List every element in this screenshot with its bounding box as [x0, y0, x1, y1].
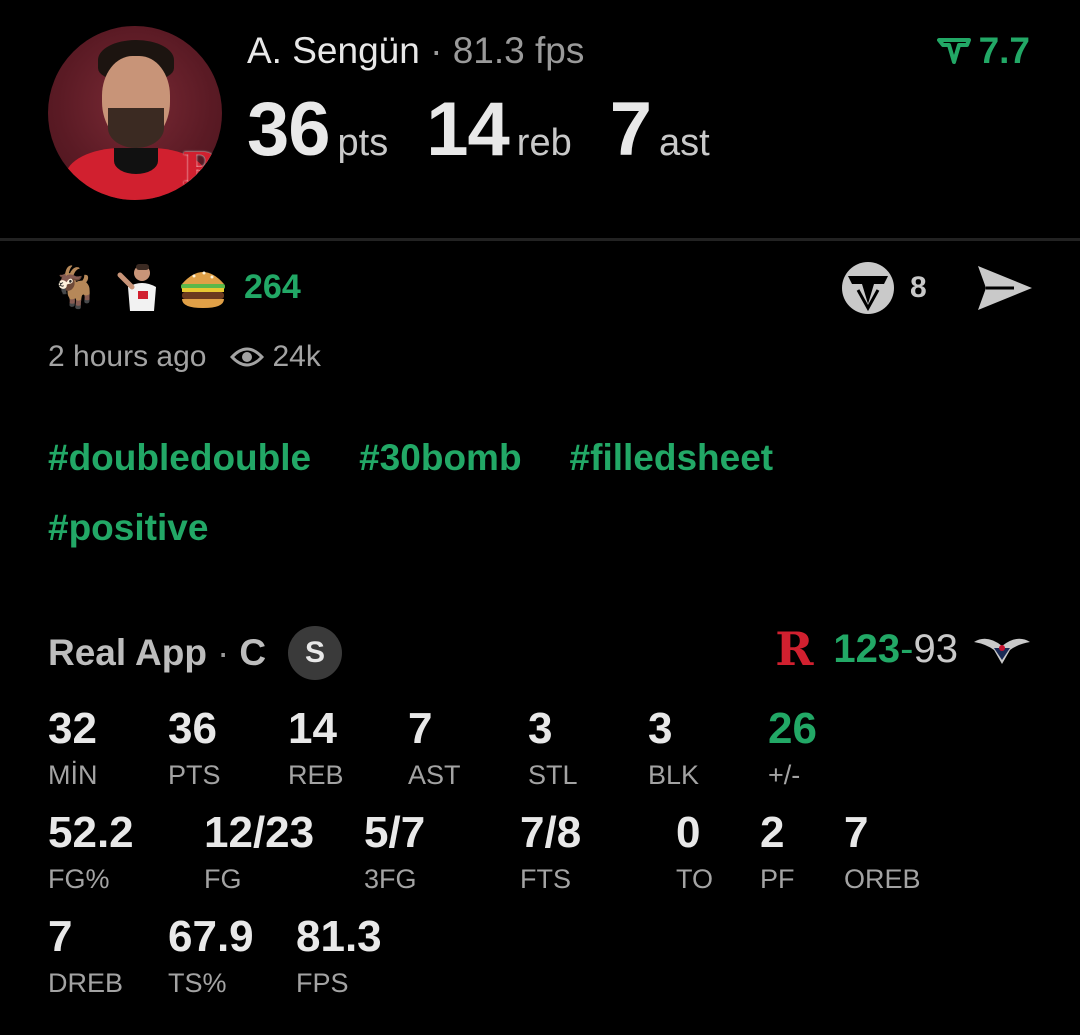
game-score[interactable]: R 123 - 93 [775, 622, 1032, 676]
comment-count: 8 [910, 271, 927, 304]
stat-label: TS% [168, 968, 227, 998]
stat-3fg: 5/7 3FG [364, 810, 425, 895]
stat-value: 52.2 [48, 808, 134, 857]
stat-value: 12/23 [204, 808, 315, 857]
comment-logo-icon [842, 262, 894, 314]
view-count: 24k [272, 340, 321, 373]
hashtag[interactable]: #doubledouble [48, 438, 311, 478]
stat-oreb: 7 OREB [844, 810, 921, 895]
stat-plus-minus: 26 +/- [768, 706, 817, 791]
stat-dreb: 7 DREB [48, 914, 123, 999]
stat-label: OREB [844, 864, 921, 894]
stat-fg-pct: 52.2 FG% [48, 810, 134, 895]
burger-icon[interactable] [176, 258, 230, 316]
stat-label: TO [676, 864, 714, 894]
player-avatar[interactable]: R [48, 26, 222, 200]
stat-label: FTS [520, 864, 571, 894]
stat-value: 26 [768, 704, 817, 753]
hashtag[interactable]: #filledsheet [570, 438, 774, 478]
stat-value: 67.9 [168, 912, 254, 961]
player-fps: 81.3 fps [452, 30, 585, 71]
stat-min: 32 MİN [48, 706, 98, 791]
stat-value: 3 [528, 704, 553, 753]
name-separator: · [430, 30, 443, 71]
stat-label: AST [408, 760, 461, 790]
stat-value: 7 [408, 704, 433, 753]
post-meta: 2 hours ago 24k [48, 340, 321, 374]
hashtag[interactable]: #30bomb [359, 438, 521, 478]
stat-value: 32 [48, 704, 97, 753]
stat-value: 36 [168, 704, 217, 753]
stat-value: 0 [676, 808, 701, 857]
post-time: 2 hours ago [48, 340, 207, 373]
hashtag-list: #doubledouble #30bomb #filledsheet #posi… [48, 438, 868, 548]
game-source: Real App · C S [48, 626, 343, 680]
stat-label: PF [760, 864, 795, 894]
stat-value: 81.3 [296, 912, 382, 961]
stat-label: MİN [48, 760, 98, 790]
player-name-line: A. Sengün · 81.3 fps [247, 30, 584, 72]
stat-fts: 7/8 FTS [520, 810, 581, 895]
stat-value: 7/8 [520, 808, 582, 857]
pelicans-team-icon [974, 638, 1030, 664]
source-separator: · [216, 632, 230, 673]
stat-reb: 14 REB [288, 706, 344, 791]
headline-ast: 7 [609, 87, 652, 172]
stat-value: 3 [648, 704, 673, 753]
stat-value: 7 [48, 912, 73, 961]
stat-value: 2 [760, 808, 785, 857]
reaction-count[interactable]: 264 [244, 268, 301, 307]
headline-reb: 14 [426, 87, 510, 172]
eye-icon [230, 347, 265, 367]
rockets-team-icon: R [775, 622, 814, 676]
stat-pts: 36 PTS [168, 706, 221, 791]
stat-to: 0 TO [676, 810, 713, 895]
player-rating: 7.7 [936, 30, 1030, 72]
headline-pts: 36 [247, 87, 331, 172]
player-pose-icon[interactable] [112, 258, 166, 316]
stat-blk: 3 BLK [648, 706, 699, 791]
stat-value: 7 [844, 808, 869, 857]
goat-icon[interactable]: 🐐 [48, 258, 102, 316]
rating-value: 7.7 [978, 30, 1030, 71]
stat-fg: 12/23 FG [204, 810, 314, 895]
headline-ast-unit: ast [659, 122, 710, 164]
stat-label: FG% [48, 864, 110, 894]
score-dash: - [900, 626, 914, 671]
headline-statline: 36 pts 14 reb 7 ast [247, 86, 748, 173]
stat-label: STL [528, 760, 578, 790]
home-score: 123 [833, 626, 901, 671]
starter-badge: S [288, 626, 343, 680]
player-name[interactable]: A. Sengün [247, 30, 420, 71]
player-position: C [239, 632, 267, 673]
stat-label: PTS [168, 760, 221, 790]
stat-label: BLK [648, 760, 700, 790]
stat-label: 3FG [364, 864, 417, 894]
stat-value: 5/7 [364, 808, 426, 857]
stat-label: FG [204, 864, 242, 894]
stat-label: +/- [768, 760, 801, 790]
stat-stl: 3 STL [528, 706, 578, 791]
stat-pf: 2 PF [760, 810, 795, 895]
stat-label: REB [288, 760, 344, 790]
avatar-beard [108, 108, 164, 148]
stat-label: FPS [296, 968, 349, 998]
avatar-collar [114, 148, 158, 174]
stat-ast: 7 AST [408, 706, 461, 791]
headline-pts-unit: pts [337, 122, 389, 164]
stat-ts-pct: 67.9 TS% [168, 914, 254, 999]
rockets-logo-icon: R [182, 144, 219, 195]
source-app: Real App [48, 632, 207, 673]
reactions-bar[interactable]: 🐐 264 [48, 258, 301, 316]
share-send-icon[interactable] [974, 262, 1034, 314]
rating-logo-icon [936, 38, 971, 64]
section-divider [0, 238, 1080, 241]
stat-value: 14 [288, 704, 337, 753]
headline-reb-unit: reb [516, 122, 572, 164]
hashtag[interactable]: #positive [48, 508, 208, 548]
stat-fps: 81.3 FPS [296, 914, 382, 999]
stat-label: DREB [48, 968, 124, 998]
comments-button[interactable]: 8 [840, 260, 927, 316]
away-score: 93 [913, 626, 959, 671]
